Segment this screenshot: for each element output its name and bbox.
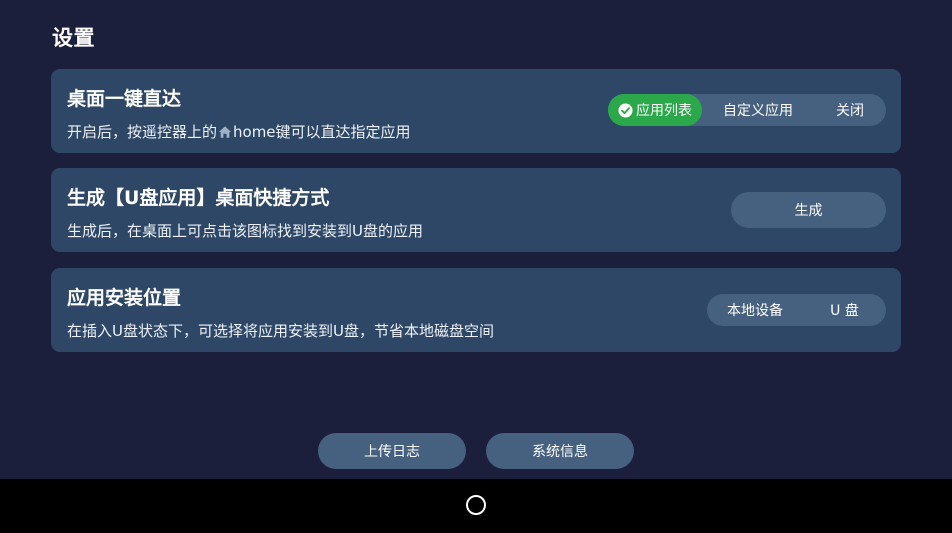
desktop-shortcut-desc-suffix: home键可以直达指定应用 <box>233 123 411 141</box>
option-app-list-label: 应用列表 <box>636 103 692 119</box>
desktop-shortcut-title: 桌面一键直达 <box>67 88 182 110</box>
option-usb-drive-label: U 盘 <box>830 303 859 319</box>
install-location-card: 应用安装位置 在插入U盘状态下，可选择将应用安装到U盘，节省本地磁盘空间 本地设… <box>51 268 901 352</box>
desktop-shortcut-selector: 应用列表 自定义应用 关闭 <box>608 94 886 126</box>
option-custom-app-label: 自定义应用 <box>723 103 793 119</box>
option-off[interactable]: 关闭 <box>814 94 886 126</box>
install-location-selector: 本地设备 U 盘 <box>707 294 886 326</box>
desktop-shortcut-card: 桌面一键直达 开启后，按遥控器上的 home键可以直达指定应用 应用列表 自定义… <box>51 69 901 153</box>
usb-shortcut-desc: 生成后，在桌面上可点击该图标找到安装到U盘的应用 <box>67 222 423 240</box>
check-circle-icon <box>618 102 633 118</box>
install-location-desc: 在插入U盘状态下，可选择将应用安装到U盘，节省本地磁盘空间 <box>67 322 494 340</box>
desktop-shortcut-desc-prefix: 开启后，按遥控器上的 <box>67 123 218 141</box>
page-title: 设置 <box>52 26 95 50</box>
option-local-device[interactable]: 本地设备 <box>707 294 803 326</box>
option-app-list[interactable]: 应用列表 <box>608 94 702 126</box>
system-info-button[interactable]: 系统信息 <box>486 433 634 469</box>
home-icon <box>218 125 232 138</box>
option-off-label: 关闭 <box>836 103 864 119</box>
generate-button[interactable]: 生成 <box>731 192 886 228</box>
upload-log-button[interactable]: 上传日志 <box>318 433 466 469</box>
usb-shortcut-title: 生成【U盘应用】桌面快捷方式 <box>67 187 330 209</box>
circle-home-icon[interactable] <box>466 495 486 515</box>
option-usb-drive[interactable]: U 盘 <box>803 294 886 326</box>
option-custom-app[interactable]: 自定义应用 <box>702 94 814 126</box>
desktop-shortcut-desc: 开启后，按遥控器上的 home键可以直达指定应用 <box>67 121 411 142</box>
navigation-bar <box>0 479 952 533</box>
install-location-title: 应用安装位置 <box>67 287 182 309</box>
option-local-device-label: 本地设备 <box>727 303 783 319</box>
usb-shortcut-card: 生成【U盘应用】桌面快捷方式 生成后，在桌面上可点击该图标找到安装到U盘的应用 … <box>51 168 901 252</box>
